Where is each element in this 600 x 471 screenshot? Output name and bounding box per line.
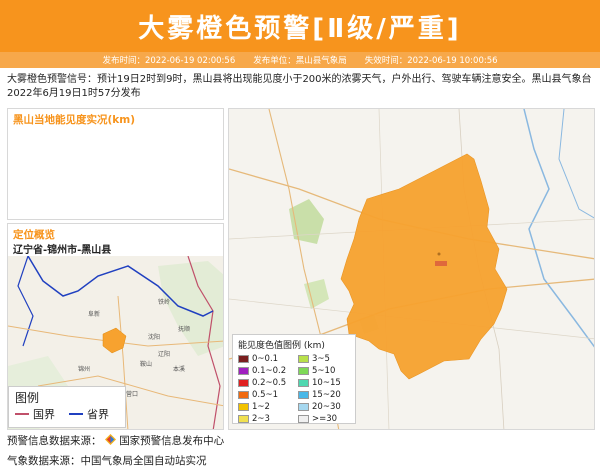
overview-legend-title: 图例 (15, 391, 40, 405)
legend-label: 0.1~0.2 (252, 366, 287, 376)
legend-label: >=30 (312, 414, 338, 424)
warning-source-line: 预警信息数据来源： 国家预警信息发布中心 (7, 433, 224, 448)
warning-description: 大雾橙色预警信号：预计19日2时到9时，黑山县将出现能见度小于200米的浓雾天气… (7, 74, 592, 99)
weather-source-line: 气象数据来源：中国气象局全国自动站实况 (7, 455, 207, 467)
legend-label: 1~2 (252, 402, 270, 412)
visibility-legend-item: 20~30 (298, 402, 358, 412)
location-region: 辽宁省-锦州市-黑山县 (13, 245, 112, 256)
legend-swatch (238, 367, 249, 375)
legend-swatch (298, 415, 309, 423)
warning-source-org[interactable]: 国家预警信息发布中心 (119, 435, 224, 447)
legend-provincial-label: 省界 (87, 408, 109, 421)
warning-center-logo-icon (104, 434, 116, 445)
legend-swatch (238, 355, 249, 363)
map-label-fuxin: 阜新 (88, 310, 100, 318)
legend-label: 15~20 (312, 390, 341, 400)
map-label-yingkou: 营口 (126, 390, 138, 398)
visibility-panel: 黑山当地能见度实况(km) (7, 108, 224, 220)
map-label-liaoyang: 辽阳 (158, 350, 170, 358)
legend-label: 0.5~1 (252, 390, 279, 400)
legend-national-border: 国界 (15, 406, 55, 422)
legend-swatch (238, 379, 249, 387)
legend-swatch (238, 391, 249, 399)
legend-swatch (298, 367, 309, 375)
legend-label: 3~5 (312, 354, 330, 364)
issuer: 发布单位：黑山县气象局 (253, 56, 347, 66)
visibility-panel-title: 黑山当地能见度实况(km) (13, 114, 136, 126)
legend-swatch (238, 415, 249, 423)
visibility-legend-item: 0.1~0.2 (238, 366, 298, 376)
map-label-benxi: 本溪 (173, 365, 185, 373)
visibility-legend-item: 0~0.1 (238, 354, 298, 364)
legend-swatch (298, 379, 309, 387)
legend-label: 5~10 (312, 366, 336, 376)
visibility-legend-title: 能见度色值图例 (km) (238, 341, 325, 351)
map-label-anshan: 鞍山 (140, 360, 152, 368)
location-panel-title: 定位概览 (13, 229, 55, 241)
legend-label: 0.2~0.5 (252, 378, 287, 388)
meta-bar: 发布时间：2022-06-19 02:00:56 发布单位：黑山县气象局 失效时… (0, 52, 600, 68)
legend-swatch (298, 403, 309, 411)
warning-banner: 大雾橙色预警[Ⅱ级/严重] (0, 0, 600, 52)
legend-national-label: 国界 (33, 408, 55, 421)
map-label-jinzhou: 锦州 (78, 365, 90, 373)
legend-label: 0~0.1 (252, 354, 279, 364)
legend-swatch (238, 403, 249, 411)
overview-legend: 图例 国界 省界 (8, 386, 126, 428)
visibility-legend-item: 1~2 (238, 402, 298, 412)
legend-label: 2~3 (252, 414, 270, 424)
legend-provincial-border: 省界 (69, 406, 109, 422)
map-label-shenyang: 沈阳 (148, 333, 160, 341)
visibility-legend-item: >=30 (298, 414, 358, 424)
visibility-legend-item: 3~5 (298, 354, 358, 364)
legend-swatch (298, 355, 309, 363)
warning-title: 大雾橙色预警[Ⅱ级/严重] (138, 13, 462, 44)
visibility-legend-item: 5~10 (298, 366, 358, 376)
visibility-legend-item: 0.5~1 (238, 390, 298, 400)
legend-label: 10~15 (312, 378, 341, 388)
visibility-legend-item: 15~20 (298, 390, 358, 400)
legend-label: 20~30 (312, 402, 341, 412)
warning-source-label: 预警信息数据来源： (7, 435, 102, 447)
map-label-tieling: 铁岭 (158, 298, 170, 306)
visibility-legend-grid: 0~0.1 3~5 0.1~0.2 5~10 0.2~0.5 10~15 0.5~1 15~2… (238, 354, 350, 424)
map-label-fushun: 抚顺 (178, 325, 190, 333)
visibility-legend-item: 0.2~0.5 (238, 378, 298, 388)
legend-swatch (298, 391, 309, 399)
visibility-legend: 能见度色值图例 (km) 0~0.1 3~5 0.1~0.2 5~10 0.2~0.5 1… (232, 334, 356, 424)
visibility-legend-item: 10~15 (298, 378, 358, 388)
issue-time: 发布时间：2022-06-19 02:00:56 (102, 56, 236, 66)
visibility-legend-item: 2~3 (238, 414, 298, 424)
expire-time: 失效时间：2022-06-19 10:00:56 (364, 56, 498, 66)
